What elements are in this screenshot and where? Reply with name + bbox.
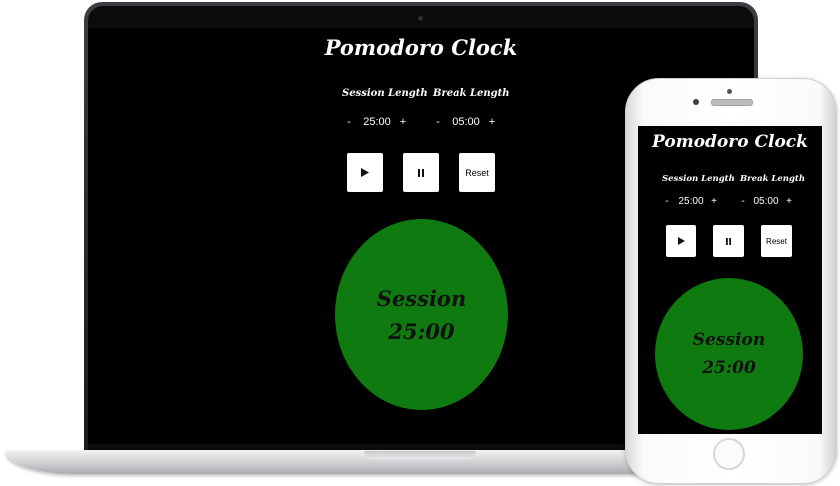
break-decrement-button[interactable]: - [433,116,443,128]
break-increment-button[interactable]: + [487,116,497,128]
reset-button[interactable]: Reset [761,225,792,257]
timer-display: 25:00 [388,318,455,344]
timer-circle: Session 25:00 [335,219,508,410]
break-length-value: 05:00 [452,116,480,128]
phone-speaker [711,99,753,106]
app-title: Pomodoro Clock [652,132,808,152]
timer-label: Session [692,330,766,350]
phone-sensor [693,99,699,105]
session-increment-button[interactable]: + [398,116,408,128]
session-decrement-button[interactable]: - [662,196,672,207]
session-length-value: 25:00 [678,196,704,207]
play-icon [677,237,685,245]
timer-circle: Session 25:00 [655,278,803,430]
play-icon [361,168,369,177]
break-length-label: Break Length [433,88,510,99]
pause-icon [418,168,424,177]
session-length-value: 25:00 [363,116,391,128]
timer-label: Session [376,285,467,311]
session-increment-button[interactable]: + [709,196,719,207]
break-decrement-button[interactable]: - [738,196,748,207]
phone-home-button[interactable] [713,438,745,470]
pause-button[interactable] [713,225,744,257]
pause-button[interactable] [403,153,439,192]
reset-button[interactable]: Reset [459,153,495,192]
play-button[interactable] [666,225,696,257]
phone-screen: Pomodoro Clock Session Length Break Leng… [638,126,822,434]
timer-display: 25:00 [702,358,756,378]
play-button[interactable] [347,153,383,192]
session-decrement-button[interactable]: - [344,116,354,128]
app-title: Pomodoro Clock [324,35,518,60]
break-increment-button[interactable]: + [784,196,794,207]
break-length-label: Break Length [740,174,806,184]
pause-icon [726,237,731,245]
session-length-label: Session Length [342,88,428,99]
break-length-value: 05:00 [753,196,779,207]
phone-camera [727,89,732,94]
session-length-label: Session Length [662,174,735,184]
laptop-camera [418,16,423,21]
laptop-hinge-notch [364,451,476,459]
